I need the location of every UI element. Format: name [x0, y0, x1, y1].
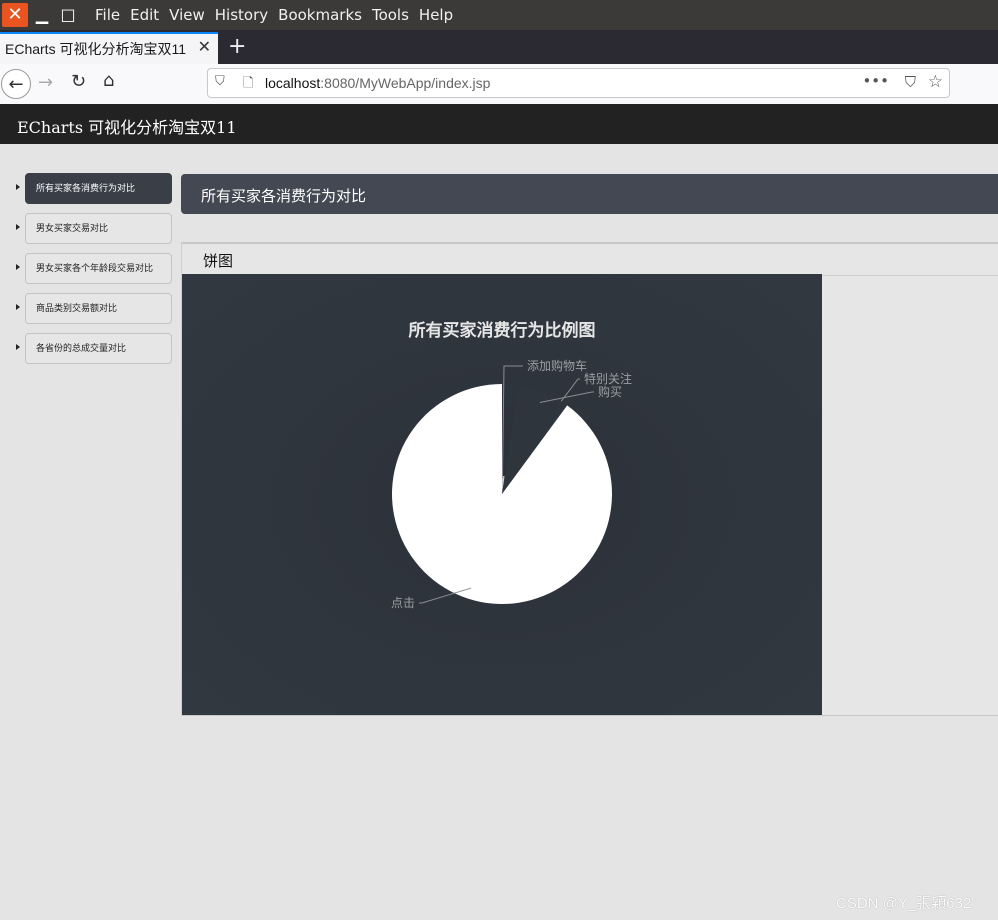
- caret-right-icon: [16, 264, 20, 270]
- sidebar-button-gender-age[interactable]: 男女买家各个年龄段交易对比: [25, 253, 172, 284]
- tab-close-icon[interactable]: ✕: [198, 37, 211, 56]
- caret-right-icon: [16, 184, 20, 190]
- caret-right-icon: [16, 224, 20, 230]
- url-host: localhost: [265, 75, 321, 91]
- window-minimize-icon[interactable]: ▁: [30, 3, 54, 27]
- bookmark-star-icon[interactable]: ☆: [928, 72, 943, 92]
- menu-history[interactable]: History: [210, 0, 273, 30]
- home-icon[interactable]: ⌂: [103, 70, 114, 91]
- panel-title: 所有买家各消费行为对比: [201, 187, 367, 205]
- window-maximize-icon[interactable]: □: [56, 3, 80, 27]
- browser-tab[interactable]: ECharts 可视化分析淘宝双11 ✕: [0, 32, 218, 64]
- sidebar-button-category[interactable]: 商品类别交易额对比: [25, 293, 172, 324]
- sidebar-item-gender-age[interactable]: 男女买家各个年龄段交易对比: [0, 253, 180, 285]
- more-actions-icon[interactable]: •••: [862, 72, 889, 90]
- window-titlebar: ✕ ▁ □ File Edit View History Bookmarks T…: [0, 0, 998, 30]
- sidebar-button-gender[interactable]: 男女买家交易对比: [25, 213, 172, 244]
- window-close-icon[interactable]: ✕: [2, 3, 28, 27]
- sidebar-item-gender[interactable]: 男女买家交易对比: [0, 213, 180, 245]
- sidebar-item-all-buyers[interactable]: 所有买家各消费行为对比: [0, 173, 180, 205]
- url-text[interactable]: localhost:8080/MyWebApp/index.jsp: [265, 75, 490, 91]
- pie-label-0: 点击: [391, 596, 415, 610]
- menu-view[interactable]: View: [164, 0, 210, 30]
- sidebar-item-province[interactable]: 各省份的总成交量对比: [0, 333, 180, 365]
- reload-icon[interactable]: ↻: [71, 71, 86, 92]
- pie-label-3: 购买: [598, 384, 622, 399]
- sidebar-button-all-buyers[interactable]: 所有买家各消费行为对比: [25, 173, 172, 204]
- back-icon[interactable]: ←: [1, 69, 31, 99]
- chart-title: 所有买家消费行为比例图: [408, 321, 596, 341]
- menu-bookmarks[interactable]: Bookmarks: [273, 0, 367, 30]
- app-title: ECharts 可视化分析淘宝双11: [17, 118, 237, 137]
- url-bar[interactable]: ⛉ 🗋 localhost:8080/MyWebApp/index.jsp ••…: [207, 68, 950, 98]
- page-icon[interactable]: 🗋: [243, 74, 253, 96]
- pocket-icon[interactable]: ⛉: [905, 73, 916, 91]
- sidebar-button-province[interactable]: 各省份的总成交量对比: [25, 333, 172, 364]
- browser-tab-title: ECharts 可视化分析淘宝双11: [5, 41, 186, 57]
- pie-label-1: 添加购物车: [527, 358, 587, 373]
- forward-icon[interactable]: →: [38, 72, 53, 93]
- pie-slice-0[interactable]: [392, 384, 612, 604]
- card-title: 饼图: [203, 252, 234, 270]
- new-tab-icon[interactable]: +: [228, 33, 246, 61]
- shield-icon[interactable]: ⛉: [215, 74, 225, 89]
- menu-bar: File Edit View History Bookmarks Tools H…: [90, 0, 458, 30]
- menu-help[interactable]: Help: [414, 0, 458, 30]
- navigation-bar: ← → ↻ ⌂ ⛉ 🗋 localhost:8080/MyWebApp/inde…: [0, 64, 998, 105]
- sidebar-item-category[interactable]: 商品类别交易额对比: [0, 293, 180, 325]
- caret-right-icon: [16, 344, 20, 350]
- panel-header: 所有买家各消费行为对比: [181, 174, 998, 214]
- tab-bar: ECharts 可视化分析淘宝双11 ✕: [0, 30, 998, 64]
- watermark: CSDN @Y_張穎632: [836, 895, 972, 912]
- pie-label-2: 特别关注: [584, 371, 632, 386]
- menu-tools[interactable]: Tools: [367, 0, 414, 30]
- url-path: :8080/MyWebApp/index.jsp: [320, 75, 491, 91]
- caret-right-icon: [16, 304, 20, 310]
- pie-chart: 添加购物车 特别关注 购买点击 所有买家消费行为比例图: [182, 274, 822, 715]
- menu-file[interactable]: File: [90, 0, 125, 30]
- app-header: ECharts 可视化分析淘宝双11: [0, 104, 998, 144]
- menu-edit[interactable]: Edit: [125, 0, 164, 30]
